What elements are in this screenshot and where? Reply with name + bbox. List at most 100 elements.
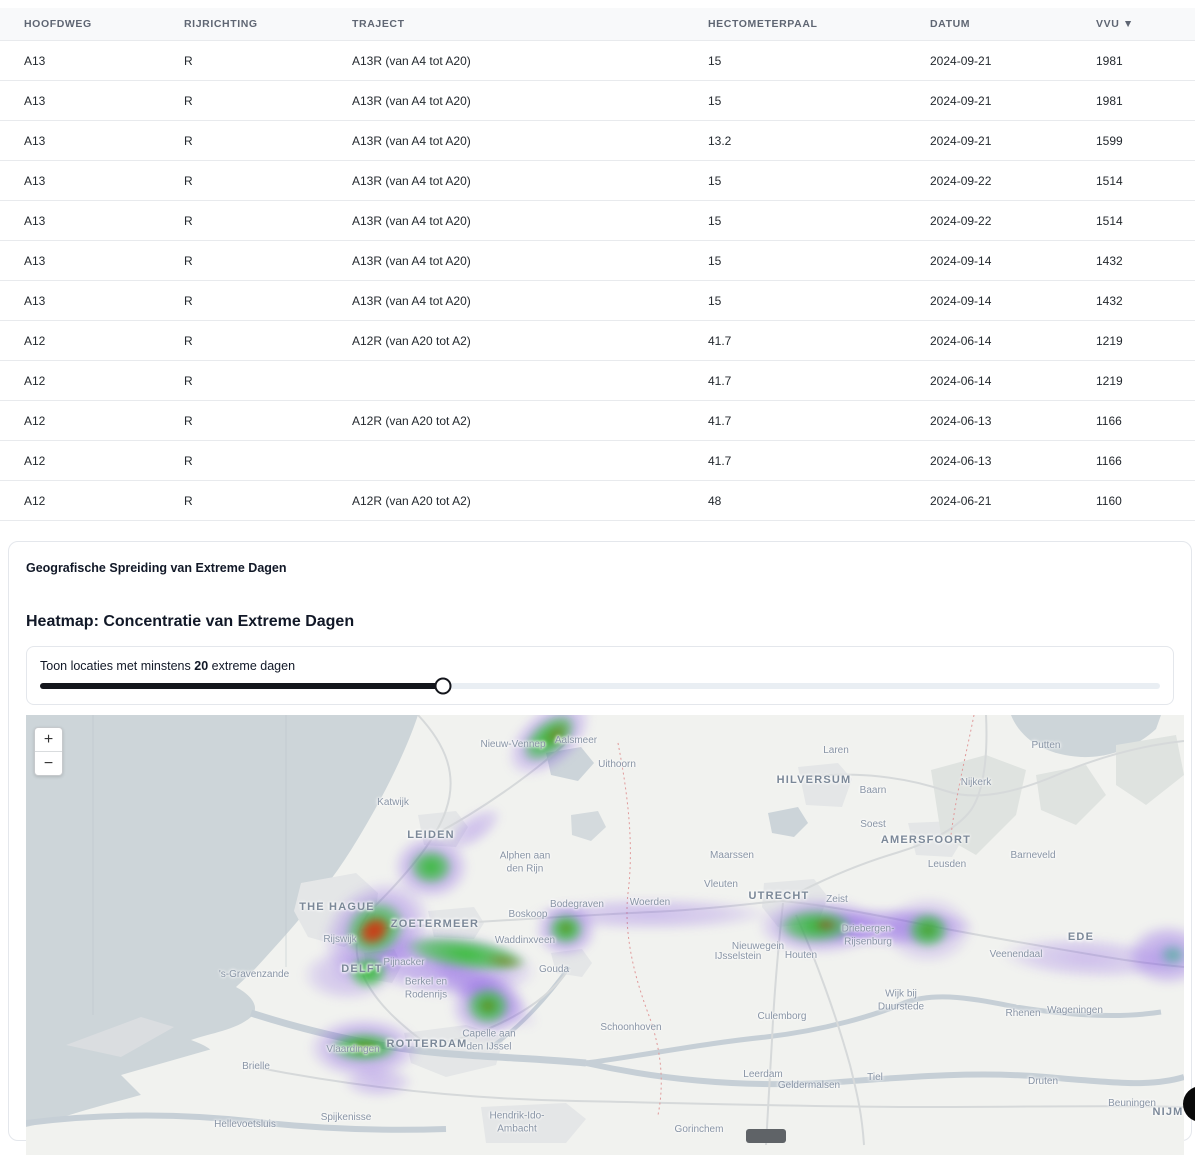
map-base xyxy=(26,715,1184,1155)
table-row[interactable]: A13RA13R (van A4 tot A20)152024-09-21198… xyxy=(0,81,1195,121)
col-header-vvu-sorted[interactable]: VVU ▼ xyxy=(1072,8,1195,41)
col-header-traject[interactable]: TRAJECT xyxy=(328,8,684,41)
table-row[interactable]: A12RA12R (van A20 tot A2)41.72024-06-141… xyxy=(0,321,1195,361)
table-cell: 1599 xyxy=(1072,121,1195,161)
table-cell: R xyxy=(160,441,328,481)
table-cell: A12 xyxy=(0,401,160,441)
table-cell: A12 xyxy=(0,481,160,521)
table-body: A13RA13R (van A4 tot A20)152024-09-21198… xyxy=(0,41,1195,521)
table-cell: A13 xyxy=(0,241,160,281)
table-cell: R xyxy=(160,281,328,321)
table-cell xyxy=(328,441,684,481)
table-cell: 2024-09-14 xyxy=(906,281,1072,321)
table-cell: 41.7 xyxy=(684,441,906,481)
table-cell: 1219 xyxy=(1072,321,1195,361)
table-row[interactable]: A12R 41.72024-06-141219 xyxy=(0,361,1195,401)
table-cell: 1166 xyxy=(1072,401,1195,441)
table-cell: R xyxy=(160,201,328,241)
table-cell: A13 xyxy=(0,121,160,161)
table-cell: 2024-06-14 xyxy=(906,361,1072,401)
table-row[interactable]: A12R 41.72024-06-131166 xyxy=(0,441,1195,481)
table-cell: R xyxy=(160,161,328,201)
map-zoom-control: + − xyxy=(34,727,63,776)
table-cell: A13R (van A4 tot A20) xyxy=(328,201,684,241)
map-attribution-button[interactable] xyxy=(746,1129,786,1143)
table-row[interactable]: A13RA13R (van A4 tot A20)152024-09-22151… xyxy=(0,161,1195,201)
table-cell: 2024-09-21 xyxy=(906,121,1072,161)
table-cell: 2024-06-21 xyxy=(906,481,1072,521)
table-cell: 41.7 xyxy=(684,401,906,441)
table-cell xyxy=(328,361,684,401)
table-cell: A13 xyxy=(0,201,160,241)
table-cell: 2024-09-21 xyxy=(906,81,1072,121)
slider-label-suffix: extreme dagen xyxy=(212,659,295,673)
col-header-hectometerpaal[interactable]: HECTOMETERPAAL xyxy=(684,8,906,41)
slider-label-prefix: Toon locaties met minstens xyxy=(40,659,191,673)
table-cell: R xyxy=(160,321,328,361)
slider-fill xyxy=(40,683,443,689)
table-cell: 15 xyxy=(684,281,906,321)
table-cell: A12 xyxy=(0,361,160,401)
table-cell: 15 xyxy=(684,81,906,121)
table-cell: 1981 xyxy=(1072,41,1195,81)
table-cell: A13R (van A4 tot A20) xyxy=(328,41,684,81)
table-cell: A12 xyxy=(0,441,160,481)
table-cell: R xyxy=(160,361,328,401)
zoom-out-button[interactable]: − xyxy=(35,752,62,775)
heatmap-map[interactable]: LEIDENTHE HAGUEZOETERMEERDELFTROTTERDAMU… xyxy=(26,715,1184,1155)
table-cell: 1432 xyxy=(1072,281,1195,321)
table-cell: 15 xyxy=(684,41,906,81)
table-cell: A13R (van A4 tot A20) xyxy=(328,121,684,161)
slider-thumb[interactable] xyxy=(435,678,452,695)
table-header-row: HOOFDWEG RIJRICHTING TRAJECT HECTOMETERP… xyxy=(0,8,1195,41)
heatmap-heading: Heatmap: Concentratie van Extreme Dagen xyxy=(26,613,1174,631)
table-cell: A13 xyxy=(0,281,160,321)
table-cell: 2024-06-13 xyxy=(906,441,1072,481)
table-cell: 1514 xyxy=(1072,201,1195,241)
table-cell: 1432 xyxy=(1072,241,1195,281)
table-cell: 2024-09-22 xyxy=(906,201,1072,241)
table-cell: A13R (van A4 tot A20) xyxy=(328,281,684,321)
table-row[interactable]: A12RA12R (van A20 tot A2)482024-06-21116… xyxy=(0,481,1195,521)
table-row[interactable]: A13RA13R (van A4 tot A20)152024-09-14143… xyxy=(0,281,1195,321)
table-cell: 2024-09-22 xyxy=(906,161,1072,201)
table-cell: 1160 xyxy=(1072,481,1195,521)
table-cell: 1514 xyxy=(1072,161,1195,201)
table-cell: 1166 xyxy=(1072,441,1195,481)
col-header-datum[interactable]: DATUM xyxy=(906,8,1072,41)
col-header-rijrichting[interactable]: RIJRICHTING xyxy=(160,8,328,41)
table-row[interactable]: A13RA13R (van A4 tot A20)152024-09-22151… xyxy=(0,201,1195,241)
table-cell: A13 xyxy=(0,81,160,121)
table-cell: 2024-06-13 xyxy=(906,401,1072,441)
table-cell: 48 xyxy=(684,481,906,521)
table-row[interactable]: A13RA13R (van A4 tot A20)152024-09-14143… xyxy=(0,241,1195,281)
table-cell: 1981 xyxy=(1072,81,1195,121)
table-cell: A12R (van A20 tot A2) xyxy=(328,321,684,361)
table-cell: 41.7 xyxy=(684,321,906,361)
table-cell: R xyxy=(160,481,328,521)
table-cell: R xyxy=(160,241,328,281)
card-title: Geografische Spreiding van Extreme Dagen xyxy=(26,561,1174,575)
table-cell: 2024-06-14 xyxy=(906,321,1072,361)
table-cell: R xyxy=(160,401,328,441)
table-row[interactable]: A13RA13R (van A4 tot A20)152024-09-21198… xyxy=(0,41,1195,81)
table-cell: 15 xyxy=(684,241,906,281)
table-cell: 41.7 xyxy=(684,361,906,401)
table-cell: A13R (van A4 tot A20) xyxy=(328,241,684,281)
col-header-hoofdweg[interactable]: HOOFDWEG xyxy=(0,8,160,41)
table-cell: A13 xyxy=(0,161,160,201)
table-cell: A12 xyxy=(0,321,160,361)
results-table: HOOFDWEG RIJRICHTING TRAJECT HECTOMETERP… xyxy=(0,0,1195,521)
threshold-slider[interactable] xyxy=(40,683,1160,689)
table-row[interactable]: A12RA12R (van A20 tot A2)41.72024-06-131… xyxy=(0,401,1195,441)
zoom-in-button[interactable]: + xyxy=(35,728,62,752)
threshold-slider-box: Toon locaties met minstens 20 extreme da… xyxy=(26,646,1174,705)
geo-spreiding-card: Geografische Spreiding van Extreme Dagen… xyxy=(8,541,1192,1141)
table-cell: 15 xyxy=(684,201,906,241)
table-cell: 1219 xyxy=(1072,361,1195,401)
table-row[interactable]: A13RA13R (van A4 tot A20)13.22024-09-211… xyxy=(0,121,1195,161)
table-cell: A12R (van A20 tot A2) xyxy=(328,481,684,521)
table-cell: A12R (van A20 tot A2) xyxy=(328,401,684,441)
table-cell: A13R (van A4 tot A20) xyxy=(328,81,684,121)
table-cell: 13.2 xyxy=(684,121,906,161)
